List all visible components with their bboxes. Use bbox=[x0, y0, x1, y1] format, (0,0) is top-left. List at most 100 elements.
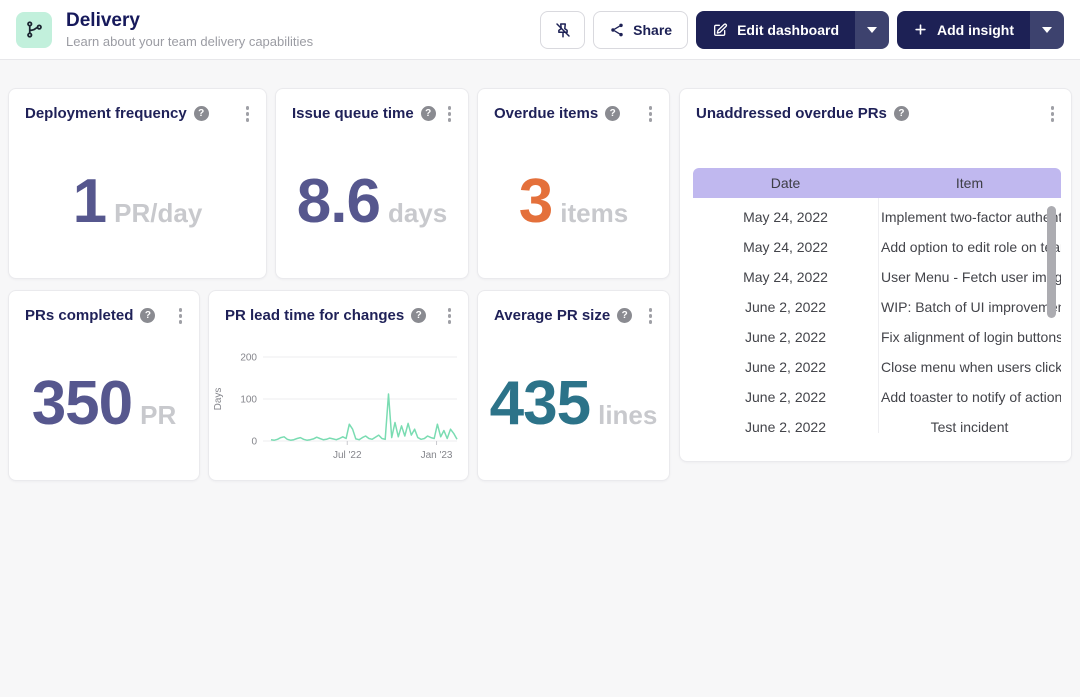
share-button-label: Share bbox=[633, 22, 672, 38]
add-insight-button[interactable]: Add insight bbox=[897, 11, 1030, 49]
table-row[interactable]: June 2, 2022Test incident bbox=[693, 412, 1061, 433]
row-date: June 2, 2022 bbox=[693, 299, 878, 315]
row-item: Close menu when users click outside bbox=[878, 359, 1061, 375]
row-date: May 24, 2022 bbox=[693, 239, 878, 255]
unaddressed-overdue-prs-card: Unaddressed overdue PRs ? Date Item May … bbox=[679, 88, 1072, 462]
table-row[interactable]: May 24, 2022Implement two-factor authent… bbox=[693, 202, 1061, 232]
edit-dashboard-label: Edit dashboard bbox=[737, 22, 839, 38]
add-insight-dropdown-button[interactable] bbox=[1030, 11, 1064, 49]
pin-slash-icon bbox=[554, 21, 572, 39]
row-item: WIP: Batch of UI improvements bbox=[878, 299, 1061, 315]
share-button[interactable]: Share bbox=[593, 11, 688, 49]
kpi-unit: days bbox=[388, 198, 447, 229]
kebab-menu-icon[interactable] bbox=[445, 103, 455, 125]
table-row[interactable]: June 2, 2022Fix alignment of login butto… bbox=[693, 322, 1061, 352]
card-title: Unaddressed overdue PRs bbox=[696, 105, 887, 122]
kebab-menu-icon[interactable] bbox=[646, 305, 656, 327]
kebab-menu-icon[interactable] bbox=[1048, 103, 1058, 125]
kebab-menu-icon[interactable] bbox=[176, 305, 186, 327]
card-title: PR lead time for changes bbox=[225, 307, 404, 324]
help-icon[interactable]: ? bbox=[421, 106, 436, 121]
kpi-unit: lines bbox=[598, 400, 657, 431]
deployment-frequency-card: Deployment frequency ? 1 PR/day bbox=[8, 88, 267, 279]
kpi-value-group: 435 lines bbox=[490, 373, 658, 435]
card-title: Overdue items bbox=[494, 105, 598, 122]
share-icon bbox=[609, 22, 625, 38]
kebab-menu-icon[interactable] bbox=[243, 103, 253, 125]
pr-lead-time-chart: Days 0 100 200 Jul '22 Jan '23 bbox=[209, 335, 468, 482]
table-row[interactable]: June 2, 2022Add toaster to notify of act… bbox=[693, 382, 1061, 412]
help-icon[interactable]: ? bbox=[194, 106, 209, 121]
card-title: Deployment frequency bbox=[25, 105, 187, 122]
svg-text:100: 100 bbox=[240, 395, 257, 406]
table-header-date: Date bbox=[693, 175, 878, 191]
line-chart-svg: Days 0 100 200 Jul '22 Jan '23 bbox=[209, 335, 468, 477]
row-date: June 2, 2022 bbox=[693, 329, 878, 345]
kpi-value: 435 bbox=[490, 373, 590, 435]
help-icon[interactable]: ? bbox=[605, 106, 620, 121]
edit-dashboard-button[interactable]: Edit dashboard bbox=[696, 11, 855, 49]
prs-completed-card: PRs completed ? 350 PR bbox=[8, 290, 200, 481]
kpi-value-group: 350 PR bbox=[32, 373, 177, 435]
kpi-unit: items bbox=[560, 198, 628, 229]
svg-text:Jan '23: Jan '23 bbox=[421, 450, 453, 461]
table-body: May 24, 2022Implement two-factor authent… bbox=[693, 198, 1061, 433]
kebab-menu-icon[interactable] bbox=[646, 103, 656, 125]
card-title: Issue queue time bbox=[292, 105, 414, 122]
git-branch-icon bbox=[25, 20, 44, 39]
svg-text:200: 200 bbox=[240, 353, 257, 364]
add-insight-split-button: Add insight bbox=[897, 11, 1064, 49]
overdue-prs-table: Date Item May 24, 2022Implement two-fact… bbox=[693, 168, 1061, 461]
chart-data-line bbox=[271, 394, 457, 440]
row-item: Fix alignment of login buttons bbox=[878, 329, 1061, 345]
svg-text:0: 0 bbox=[251, 437, 257, 448]
overdue-items-card: Overdue items ? 3 items bbox=[477, 88, 670, 279]
row-item: Add toaster to notify of actions bbox=[878, 389, 1061, 405]
kpi-value: 3 bbox=[519, 171, 552, 233]
row-date: June 2, 2022 bbox=[693, 389, 878, 405]
header-titles: Delivery Learn about your team delivery … bbox=[66, 10, 313, 49]
table-header: Date Item bbox=[693, 168, 1061, 198]
table-row[interactable]: May 24, 2022Add option to edit role on t… bbox=[693, 232, 1061, 262]
edit-dashboard-dropdown-button[interactable] bbox=[855, 11, 889, 49]
row-item: Implement two-factor authentication bbox=[878, 209, 1061, 225]
help-icon[interactable]: ? bbox=[617, 308, 632, 323]
dashboard-logo bbox=[16, 12, 52, 48]
unpin-button[interactable] bbox=[540, 11, 585, 49]
kpi-value: 8.6 bbox=[297, 171, 380, 233]
page-header: Delivery Learn about your team delivery … bbox=[0, 0, 1080, 60]
table-row[interactable]: June 2, 2022WIP: Batch of UI improvement… bbox=[693, 292, 1061, 322]
row-date: June 2, 2022 bbox=[693, 359, 878, 375]
row-item: Add option to edit role on teams bbox=[878, 239, 1061, 255]
row-date: May 24, 2022 bbox=[693, 209, 878, 225]
card-title: PRs completed bbox=[25, 307, 133, 324]
kebab-menu-icon[interactable] bbox=[445, 305, 455, 327]
issue-queue-time-card: Issue queue time ? 8.6 days bbox=[275, 88, 469, 279]
kpi-unit: PR bbox=[140, 400, 176, 431]
svg-text:Jul '22: Jul '22 bbox=[333, 450, 362, 461]
help-icon[interactable]: ? bbox=[411, 308, 426, 323]
edit-dashboard-split-button: Edit dashboard bbox=[696, 11, 889, 49]
help-icon[interactable]: ? bbox=[140, 308, 155, 323]
chevron-down-icon bbox=[1042, 27, 1052, 33]
table-scrollbar[interactable] bbox=[1047, 206, 1056, 318]
chart-y-axis-label: Days bbox=[213, 388, 224, 411]
table-row[interactable]: June 2, 2022Close menu when users click … bbox=[693, 352, 1061, 382]
pr-lead-time-card: PR lead time for changes ? Days 0 100 200 J… bbox=[208, 290, 469, 481]
page-subtitle: Learn about your team delivery capabilit… bbox=[66, 34, 313, 49]
table-header-item: Item bbox=[878, 175, 1061, 191]
add-insight-label: Add insight bbox=[937, 22, 1014, 38]
row-item: Test incident bbox=[878, 419, 1061, 433]
plus-icon bbox=[913, 22, 928, 37]
kpi-value-group: 3 items bbox=[519, 171, 628, 233]
help-icon[interactable]: ? bbox=[894, 106, 909, 121]
kpi-value-group: 1 PR/day bbox=[73, 171, 203, 233]
average-pr-size-card: Average PR size ? 435 lines bbox=[477, 290, 670, 481]
kpi-unit: PR/day bbox=[114, 198, 202, 229]
page-title: Delivery bbox=[66, 10, 313, 32]
chevron-down-icon bbox=[867, 27, 877, 33]
row-item: User Menu - Fetch user image bbox=[878, 269, 1061, 285]
table-row[interactable]: May 24, 2022User Menu - Fetch user image bbox=[693, 262, 1061, 292]
row-date: June 2, 2022 bbox=[693, 419, 878, 433]
header-actions: Share Edit dashboard Add insight bbox=[540, 11, 1064, 49]
